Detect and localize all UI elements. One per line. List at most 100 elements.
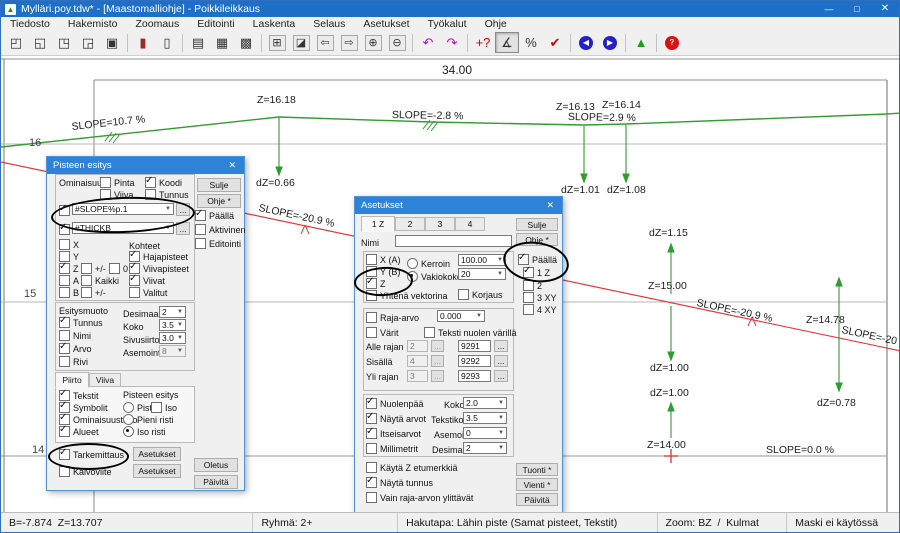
koko-combo[interactable]: 2.0▼ xyxy=(463,397,507,409)
vakiokoko-radio[interactable] xyxy=(407,271,418,282)
redo-button[interactable]: ↷ xyxy=(440,32,464,53)
attr1-checkbox[interactable] xyxy=(59,205,70,216)
tekstikoko-combo[interactable]: 3.5▼ xyxy=(463,412,507,424)
print-settings-button[interactable]: ▦ xyxy=(210,32,234,53)
zoom-in-button[interactable]: ⊕ xyxy=(361,32,385,53)
kerroin-radio[interactable] xyxy=(407,258,418,269)
a-checkbox[interactable] xyxy=(59,275,70,286)
attr1-browse-button[interactable]: ... xyxy=(176,203,190,216)
help-button[interactable]: ? xyxy=(660,32,684,53)
check-observations-button[interactable]: ✔ xyxy=(543,32,567,53)
print-button[interactable]: ▤ xyxy=(186,32,210,53)
status-mask[interactable]: Maski ei käytössä xyxy=(787,513,899,532)
plusminus-checkbox[interactable] xyxy=(81,263,92,274)
paalla-checkbox[interactable] xyxy=(195,210,206,221)
pinta-checkbox[interactable] xyxy=(100,177,111,188)
aktivinen-checkbox[interactable] xyxy=(195,224,206,235)
ohje-button[interactable]: Ohje * xyxy=(516,233,558,246)
measure-distance-button[interactable]: ∡ xyxy=(495,32,519,53)
valitut-checkbox[interactable] xyxy=(129,287,140,298)
menu-tyokalut[interactable]: Työkalut xyxy=(418,18,475,30)
close-icon[interactable]: ✕ xyxy=(220,160,244,171)
tab-2[interactable]: 2 xyxy=(395,217,425,231)
raja-arvo-combo[interactable]: 0.000▼ xyxy=(437,310,485,322)
itseisarvot-checkbox[interactable] xyxy=(366,428,377,439)
zoom-out-button[interactable]: ⊖ xyxy=(385,32,409,53)
minimize-button[interactable]: — xyxy=(815,1,843,17)
vector-3xy-checkbox[interactable] xyxy=(523,292,534,303)
attr2-combo[interactable]: #THICKB▼ xyxy=(72,222,174,234)
tab-piirto[interactable]: Piirto xyxy=(55,372,89,388)
arvo-checkbox[interactable] xyxy=(59,343,70,354)
nimi-checkbox[interactable] xyxy=(59,330,70,341)
menu-ohje[interactable]: Ohje xyxy=(476,18,516,30)
alle-rajan-browse1-button[interactable]: ... xyxy=(431,340,444,352)
attr2-browse-button[interactable]: ... xyxy=(176,222,190,235)
zero-checkbox[interactable] xyxy=(109,263,120,274)
asemointi-combo[interactable]: 0▼ xyxy=(463,427,507,439)
menu-hakemisto[interactable]: Hakemisto xyxy=(59,18,127,30)
pan-left-button[interactable]: ⇦ xyxy=(313,32,337,53)
model-view-button[interactable]: ▲ xyxy=(629,32,653,53)
tuonti-button[interactable]: Tuonti * xyxy=(516,463,558,476)
vain-raja-arvon-checkbox[interactable] xyxy=(366,492,377,503)
menu-asetukset[interactable]: Asetukset xyxy=(354,18,418,30)
next-view-button[interactable]: ▶ xyxy=(598,32,622,53)
nuolenpaa-checkbox[interactable] xyxy=(366,398,377,409)
kerroin-combo[interactable]: 100.00▼ xyxy=(458,254,506,266)
tab-1z[interactable]: 1 Z xyxy=(361,216,395,232)
koodi-checkbox[interactable] xyxy=(145,177,156,188)
iso-risti-radio[interactable] xyxy=(123,426,134,437)
desimaalit-combo[interactable]: 2▼ xyxy=(463,442,507,454)
tab-3[interactable]: 3 xyxy=(425,217,455,231)
previous-view-button[interactable]: ◀ xyxy=(574,32,598,53)
b-checkbox[interactable] xyxy=(59,287,70,298)
vector-2-checkbox[interactable] xyxy=(523,280,534,291)
kayta-z-etumerkkia-checkbox[interactable] xyxy=(366,462,377,473)
sisalla-code-input[interactable]: 9292 xyxy=(458,355,491,367)
x-checkbox[interactable] xyxy=(59,239,70,250)
copy-next-section-button[interactable]: ◱ xyxy=(28,32,52,53)
pan-right-button[interactable]: ⇨ xyxy=(337,32,361,53)
vienti-button[interactable]: Vienti * xyxy=(516,478,558,491)
iso-checkbox[interactable] xyxy=(151,402,162,413)
paivita-button[interactable]: Päivitä xyxy=(194,475,238,489)
dialog-title-bar[interactable]: Pisteen esitys ✕ xyxy=(47,157,244,174)
sisalla-browse1-button[interactable]: ... xyxy=(431,355,444,367)
dialog-title-bar[interactable]: Asetukset ✕ xyxy=(355,197,562,214)
menu-laskenta[interactable]: Laskenta xyxy=(244,18,305,30)
piste-radio[interactable] xyxy=(123,402,134,413)
status-search-mode[interactable]: Hakutapa: Lähin piste (Samat pisteet, Te… xyxy=(398,513,657,532)
kaikki-checkbox[interactable] xyxy=(81,275,92,286)
varit-checkbox[interactable] xyxy=(366,327,377,338)
zoom-extents-button[interactable]: ⊞ xyxy=(265,32,289,53)
menu-tiedosto[interactable]: Tiedosto xyxy=(1,18,59,30)
yli-rajan-browse1-button[interactable]: ... xyxy=(431,370,444,382)
sivusiirto-combo[interactable]: 3.0▼ xyxy=(159,332,186,344)
koko-combo[interactable]: 3.5▼ xyxy=(159,319,186,331)
sulje-button[interactable]: Sulje xyxy=(197,178,241,192)
vector-1z-checkbox[interactable] xyxy=(523,267,534,278)
paivita-button[interactable]: Päivitä xyxy=(516,493,558,506)
nimi-input[interactable] xyxy=(395,235,512,247)
copy-page-down-button[interactable]: ◲ xyxy=(76,32,100,53)
z-checkbox[interactable] xyxy=(366,278,377,289)
menu-zoomaus[interactable]: Zoomaus xyxy=(127,18,189,30)
nayta-arvot-checkbox[interactable] xyxy=(366,413,377,424)
sulje-button[interactable]: Sulje xyxy=(516,218,558,231)
millimetrit-checkbox[interactable] xyxy=(366,443,377,454)
tab-viiva[interactable]: Viiva xyxy=(89,373,121,387)
alle-rajan-browse2-button[interactable]: ... xyxy=(494,340,508,352)
yli-rajan-browse2-button[interactable]: ... xyxy=(494,370,508,382)
tarkemittaus-checkbox[interactable] xyxy=(59,449,70,460)
vector-4xy-checkbox[interactable] xyxy=(523,304,534,315)
desimaalit-combo[interactable]: 2▼ xyxy=(159,306,186,318)
close-icon[interactable]: ✕ xyxy=(538,200,562,211)
plot-frame-button[interactable]: ▩ xyxy=(234,32,258,53)
point-info-xyz-button[interactable]: % xyxy=(519,32,543,53)
kaivoviite-checkbox[interactable] xyxy=(59,466,70,477)
alle-rajan-symbol-input[interactable]: 2 xyxy=(407,340,428,352)
menu-editointi[interactable]: Editointi xyxy=(188,18,243,30)
attr1-combo[interactable]: #SLOPE%p.1▼ xyxy=(72,203,174,215)
rivi-checkbox[interactable] xyxy=(59,356,70,367)
